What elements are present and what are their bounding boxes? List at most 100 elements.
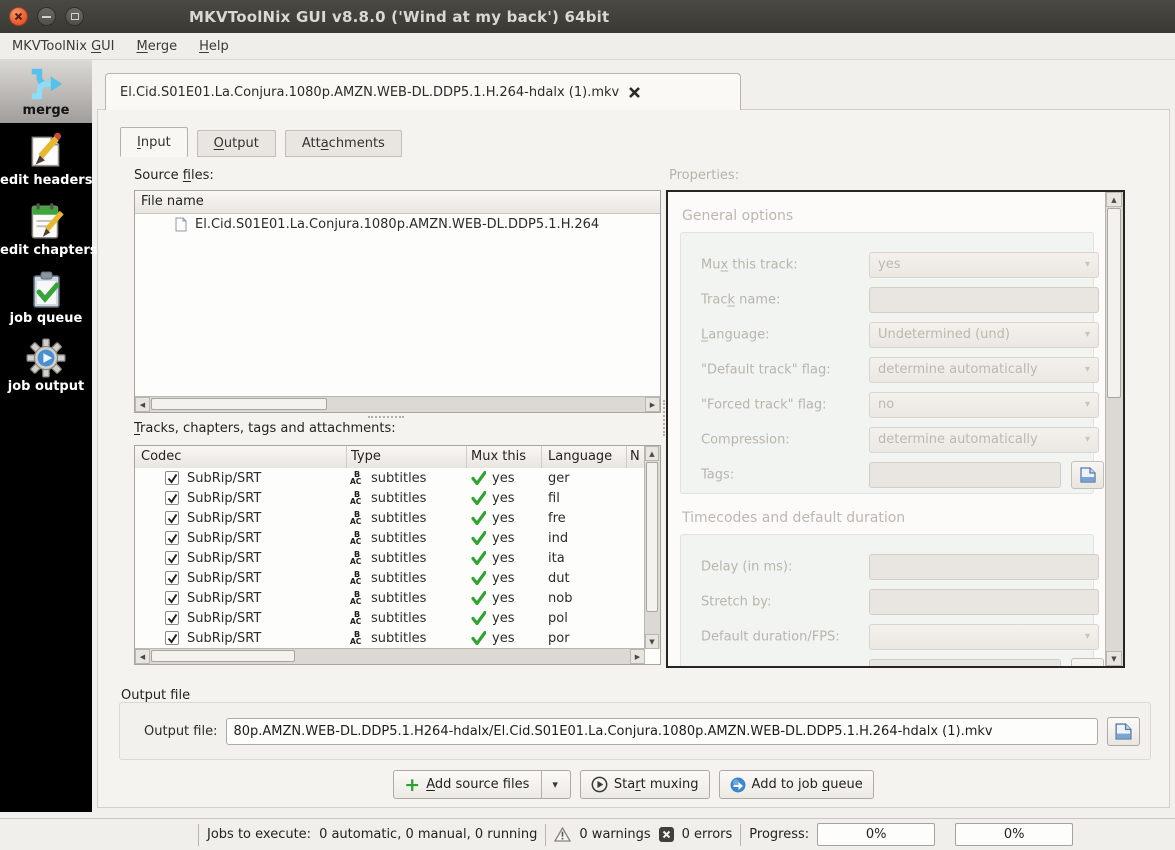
tab-close-button[interactable] — [628, 86, 641, 99]
track-language: pol — [548, 610, 568, 626]
horizontal-splitter-handle[interactable] — [368, 416, 404, 418]
start-muxing-button[interactable]: Start muxing — [579, 770, 710, 799]
file-name-column-header[interactable]: File name — [135, 191, 660, 214]
output-file-browse-button[interactable] — [1107, 716, 1140, 746]
clipped-button — [1071, 657, 1104, 666]
track-mux: yes — [492, 610, 515, 626]
vscroll-thumb[interactable] — [1107, 208, 1121, 398]
window-maximize-button[interactable] — [65, 7, 84, 26]
scroll-right-icon[interactable]: ▶ — [630, 649, 645, 664]
add-source-files-dropdown-arrow[interactable]: ▾ — [550, 778, 560, 791]
progress-bar-total: 0% — [955, 823, 1074, 846]
edit-chapters-icon — [31, 203, 64, 239]
menu-mkvtoolnix-gui[interactable]: MKVToolNix GUI — [2, 36, 125, 57]
add-to-job-queue-button[interactable]: Add to job queue — [718, 770, 874, 799]
vscroll-thumb[interactable] — [646, 462, 658, 612]
sidebar-item-merge[interactable]: merge — [0, 59, 92, 123]
subtitles-type-icon: B AC — [350, 510, 362, 526]
track-type: subtitles — [371, 550, 427, 566]
column-type[interactable]: Type — [347, 446, 467, 468]
tags-browse-button — [1071, 460, 1104, 489]
chevron-down-icon: ▾ — [1084, 434, 1090, 445]
scroll-right-icon[interactable]: ▶ — [645, 397, 660, 412]
language-select: Undetermined (und) ▾ — [869, 321, 1099, 348]
window-minimize-button[interactable] — [37, 7, 56, 26]
close-icon — [14, 12, 23, 21]
column-mux-this[interactable]: Mux this — [467, 446, 542, 468]
default-track-flag-label: "Default track" flag: — [701, 362, 831, 377]
menu-merge[interactable]: Merge — [127, 36, 188, 57]
track-enabled-checkbox[interactable] — [165, 571, 179, 585]
properties-vscrollbar[interactable]: ▲ ▼ — [1105, 192, 1123, 666]
track-type: subtitles — [371, 470, 427, 486]
green-check-icon — [471, 511, 486, 525]
add-source-files-button[interactable]: + Add source files ▾ — [393, 770, 571, 799]
menu-help[interactable]: Help — [189, 36, 239, 57]
main-area: El.Cid.S01E01.La.Conjura.1080p.AMZN.WEB-… — [92, 59, 1175, 818]
merge-icon — [31, 68, 63, 100]
stretch-by-label: Stretch by: — [701, 594, 772, 609]
track-row[interactable]: SubRip/SRT B AC subtitles yes ita — [135, 548, 645, 568]
merge-file-tab[interactable]: El.Cid.S01E01.La.Conjura.1080p.AMZN.WEB-… — [105, 73, 741, 110]
clipped-input — [869, 658, 1061, 666]
tab-input[interactable]: Input — [120, 127, 188, 157]
track-codec: SubRip/SRT — [187, 610, 262, 626]
window-close-button[interactable] — [9, 7, 28, 26]
track-row[interactable]: SubRip/SRT B AC subtitles yes nob — [135, 588, 645, 608]
track-enabled-checkbox[interactable] — [165, 471, 179, 485]
browse-file-icon — [1079, 466, 1096, 483]
sidebar-item-edit-headers[interactable]: edit headers — [0, 123, 92, 193]
tab-attachments[interactable]: Attachments — [284, 130, 402, 157]
track-row[interactable]: SubRip/SRT B AC subtitles yes dut — [135, 568, 645, 588]
sidebar-item-job-output[interactable]: job output — [0, 331, 92, 399]
vertical-splitter-handle[interactable] — [663, 400, 665, 436]
track-type: subtitles — [371, 610, 427, 626]
warnings-count: 0 warnings — [579, 827, 651, 842]
forced-track-flag-label: "Forced track" flag: — [701, 397, 827, 412]
scroll-up-icon[interactable]: ▲ — [645, 446, 659, 461]
hscroll-thumb[interactable] — [151, 650, 295, 662]
forced-track-flag-select: no ▾ — [869, 391, 1099, 418]
track-row[interactable]: SubRip/SRT B AC subtitles yes fil — [135, 488, 645, 508]
track-row[interactable]: SubRip/SRT B AC subtitles yes pol — [135, 608, 645, 628]
actions-row: + Add source files ▾ Start muxing Add to… — [98, 770, 1169, 800]
column-codec[interactable]: Codec — [135, 446, 347, 468]
sidebar-item-edit-chapters[interactable]: edit chapters — [0, 193, 98, 263]
green-check-icon — [471, 591, 486, 605]
track-row[interactable]: SubRip/SRT B AC subtitles yes fre — [135, 508, 645, 528]
track-enabled-checkbox[interactable] — [165, 631, 179, 645]
column-name[interactable]: N — [627, 446, 645, 468]
tracks-hscrollbar[interactable]: ◀ ▶ — [135, 648, 645, 664]
scroll-down-icon[interactable]: ▼ — [1106, 651, 1122, 666]
green-check-icon — [471, 551, 486, 565]
column-language[interactable]: Language — [542, 446, 627, 468]
language-label: Language: — [701, 327, 770, 342]
track-enabled-checkbox[interactable] — [165, 491, 179, 505]
track-enabled-checkbox[interactable] — [165, 591, 179, 605]
menubar: MKVToolNix GUI Merge Help — [0, 33, 1175, 60]
green-check-icon — [471, 491, 486, 505]
warning-icon — [554, 827, 572, 842]
output-file-input[interactable] — [226, 717, 1098, 745]
track-row[interactable]: SubRip/SRT B AC subtitles yes ind — [135, 528, 645, 548]
source-files-hscrollbar[interactable]: ◀ ▶ — [135, 396, 660, 412]
track-row[interactable]: SubRip/SRT B AC subtitles yes ger — [135, 468, 645, 488]
subtitles-type-icon: B AC — [350, 590, 362, 606]
source-file-row[interactable]: El.Cid.S01E01.La.Conjura.1080p.AMZN.WEB-… — [135, 214, 660, 235]
scroll-up-icon[interactable]: ▲ — [1106, 192, 1122, 207]
track-enabled-checkbox[interactable] — [165, 551, 179, 565]
hscroll-thumb[interactable] — [151, 398, 327, 410]
scroll-left-icon[interactable]: ◀ — [135, 649, 150, 664]
statusbar-divider — [545, 823, 547, 846]
track-enabled-checkbox[interactable] — [165, 611, 179, 625]
scroll-left-icon[interactable]: ◀ — [135, 397, 150, 412]
track-row[interactable]: SubRip/SRT B AC subtitles yes por — [135, 628, 645, 648]
sidebar-item-job-queue[interactable]: job queue — [0, 263, 92, 331]
tracks-vscrollbar[interactable]: ▲ ▼ — [644, 446, 660, 649]
track-enabled-checkbox[interactable] — [165, 511, 179, 525]
progress-label: Progress: — [749, 827, 810, 842]
tab-output[interactable]: Output — [196, 130, 276, 157]
scroll-down-icon[interactable]: ▼ — [645, 634, 659, 649]
file-icon — [175, 217, 187, 232]
track-enabled-checkbox[interactable] — [165, 531, 179, 545]
